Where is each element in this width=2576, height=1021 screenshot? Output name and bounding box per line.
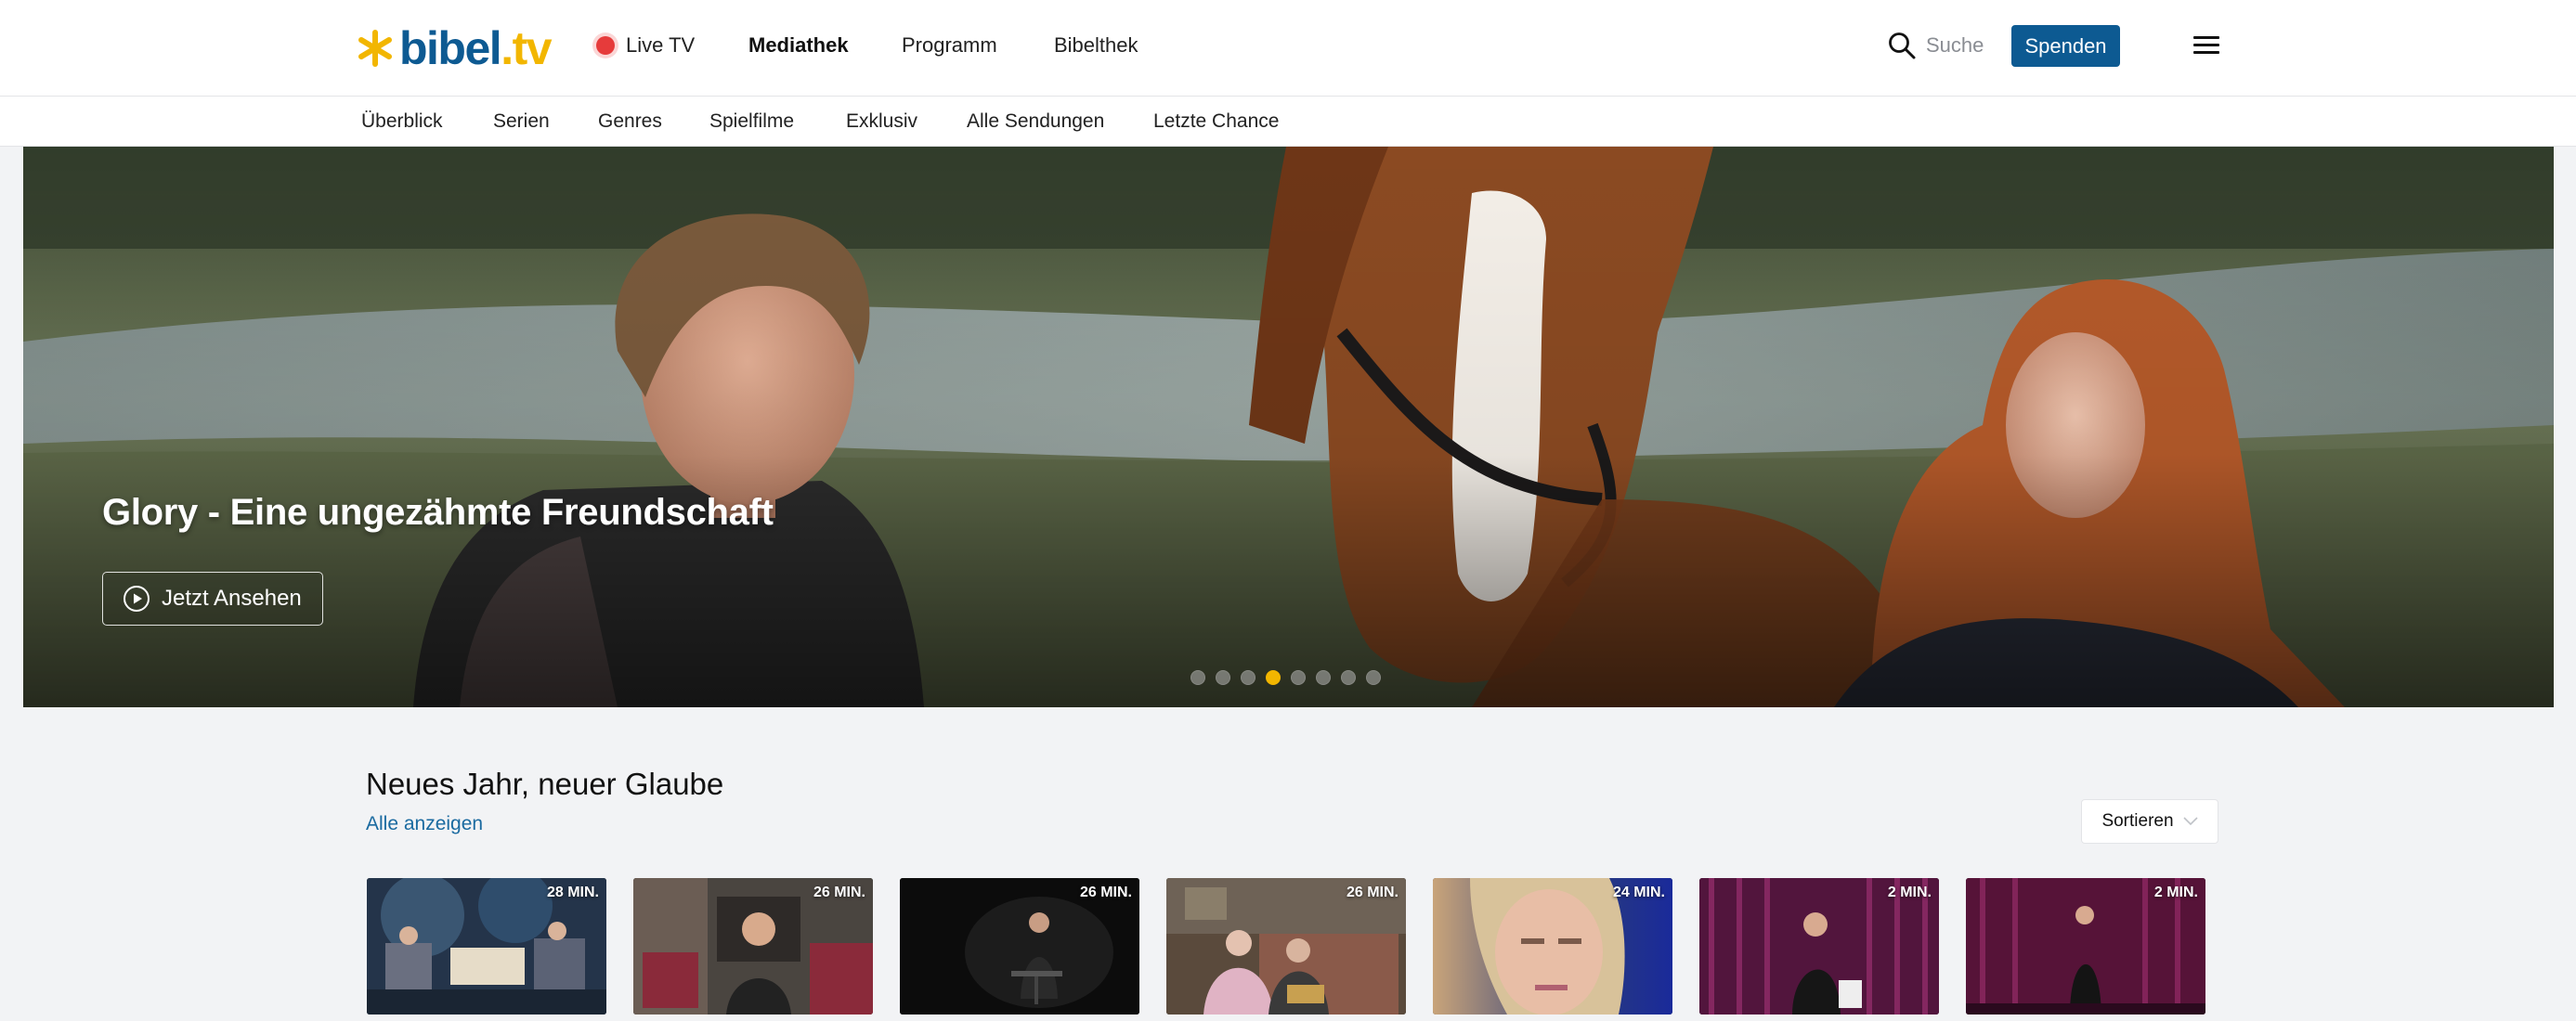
carousel-dot-1[interactable] [1190, 670, 1205, 685]
carousel-dot-7[interactable] [1341, 670, 1356, 685]
sort-label: Sortieren [2101, 811, 2174, 831]
brand-logo[interactable]: bibel.tv [357, 22, 553, 74]
watch-now-button[interactable]: Jetzt Ansehen [102, 572, 323, 626]
duration-badge: 26 MIN. [813, 885, 865, 900]
video-card[interactable]: 26 MIN. [1166, 878, 1406, 1015]
search-icon [1889, 32, 1916, 58]
carousel-dot-3[interactable] [1241, 670, 1255, 685]
search-button[interactable]: Suche [1887, 0, 1984, 90]
nav-programm[interactable]: Programm [902, 0, 997, 90]
nav-mediathek[interactable]: Mediathek [748, 0, 849, 90]
hero-title: Glory - Eine ungezähmte Freundschaft [102, 492, 774, 533]
video-card[interactable]: 26 MIN. [900, 878, 1139, 1015]
hamburger-menu-icon [2193, 36, 2219, 54]
subnav-genres[interactable]: Genres [598, 97, 662, 146]
subnav-spielfilme[interactable]: Spielfilme [709, 97, 794, 146]
video-card[interactable]: 28 MIN. [367, 878, 606, 1015]
section-title: Neues Jahr, neuer Glaube [366, 767, 724, 801]
subnav-exklusiv[interactable]: Exklusiv [846, 97, 917, 146]
hero-image [23, 147, 2554, 707]
sub-navigation: Überblick Serien Genres Spielfilme Exklu… [0, 97, 2576, 147]
video-card[interactable]: 2 MIN. [1966, 878, 2205, 1015]
donate-button[interactable]: Spenden [2011, 25, 2120, 67]
carousel-dot-6[interactable] [1316, 670, 1331, 685]
live-tv-label: Live TV [626, 32, 696, 57]
subnav-letzte-chance[interactable]: Letzte Chance [1153, 97, 1279, 146]
show-all-link[interactable]: Alle anzeigen [366, 813, 483, 835]
subnav-uberblick[interactable]: Überblick [361, 97, 443, 146]
carousel-dot-4[interactable] [1266, 670, 1281, 685]
duration-badge: 2 MIN. [2153, 885, 2198, 900]
asterisk-logo-icon [358, 30, 392, 67]
carousel-dot-2[interactable] [1216, 670, 1230, 685]
subnav-alle-sendungen[interactable]: Alle Sendungen [967, 97, 1104, 146]
hero-banner[interactable]: Glory - Eine ungezähmte Freundschaft Jet… [23, 147, 2554, 707]
duration-badge: 24 MIN. [1612, 885, 1665, 900]
chevron-down-icon [2182, 817, 2198, 826]
logo-wordmark: bibel.tv [399, 22, 553, 74]
live-tv-link[interactable]: Live TV [596, 0, 695, 90]
menu-button[interactable] [2192, 30, 2221, 59]
video-card[interactable]: 24 MIN. [1433, 878, 1672, 1015]
video-card[interactable]: 2 MIN. [1699, 878, 1939, 1015]
site-header: bibel.tv Live TV Mediathek Programm Bibe… [0, 0, 2576, 97]
play-circle-icon [124, 586, 150, 612]
sort-dropdown[interactable]: Sortieren [2081, 799, 2218, 844]
duration-badge: 26 MIN. [1079, 885, 1132, 900]
live-indicator-icon [596, 35, 615, 55]
nav-bibelthek[interactable]: Bibelthek [1054, 0, 1138, 90]
carousel-dots [1190, 670, 1381, 685]
duration-badge: 2 MIN. [1887, 885, 1932, 900]
search-placeholder: Suche [1926, 32, 1984, 57]
subnav-serien[interactable]: Serien [493, 97, 550, 146]
duration-badge: 28 MIN. [546, 885, 599, 900]
carousel-dot-8[interactable] [1366, 670, 1381, 685]
video-card[interactable]: 26 MIN. [633, 878, 873, 1015]
watch-now-label: Jetzt Ansehen [162, 586, 302, 611]
duration-badge: 26 MIN. [1346, 885, 1399, 900]
carousel-dot-5[interactable] [1291, 670, 1306, 685]
